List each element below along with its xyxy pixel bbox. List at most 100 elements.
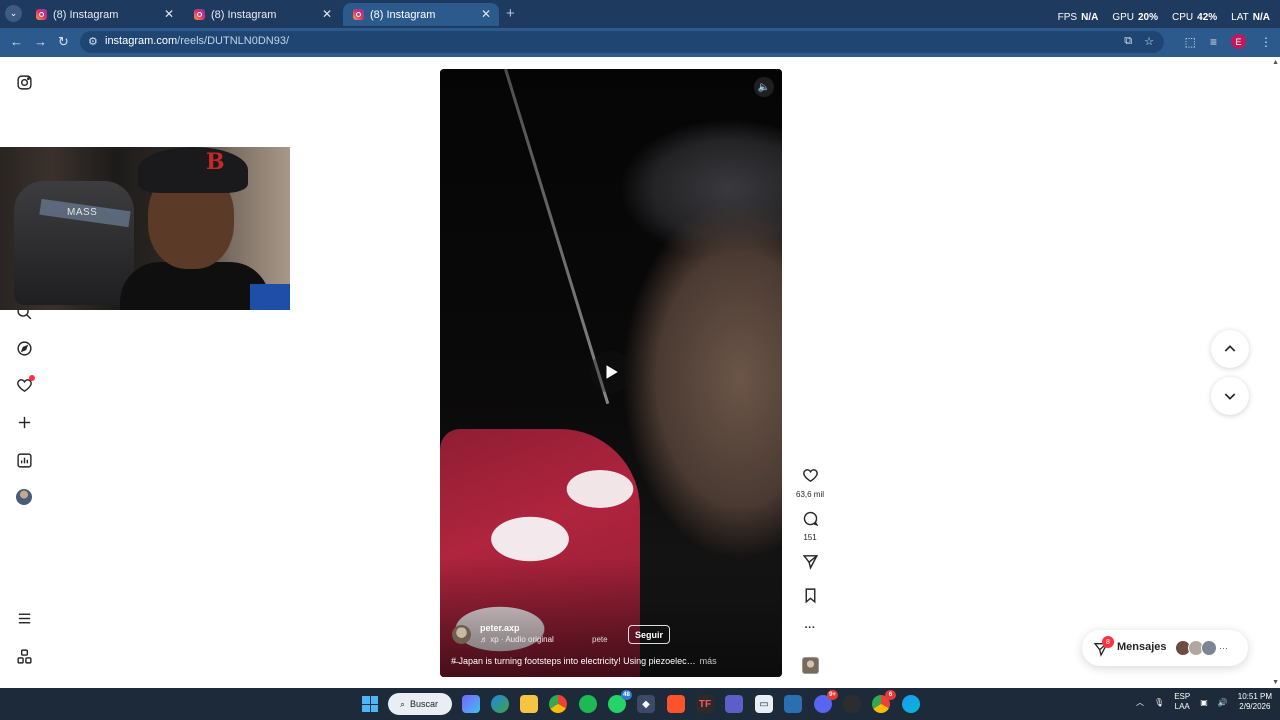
play-button[interactable] [590,351,632,393]
app-shark-icon[interactable] [784,695,802,713]
next-reel-button[interactable] [1211,377,1249,415]
comment-action[interactable]: 151 [796,510,824,542]
tab-title: (8) Instagram [211,8,277,21]
copilot-icon[interactable] [462,695,480,713]
audio-thumbnail-image [801,657,819,674]
app-circle-icon[interactable] [902,695,920,713]
more-options-icon[interactable]: ··· [796,622,824,634]
obs-icon[interactable] [843,695,861,713]
forward-arrow-icon[interactable]: → [34,34,47,49]
dashboard-chart-icon[interactable] [15,451,33,469]
window-app-icon[interactable]: ▭ [755,695,773,713]
cap-logo: B [206,149,225,175]
save-bookmark-icon[interactable] [802,587,819,604]
app-tf-icon[interactable]: TF [696,695,714,713]
original-audio-thumbnail[interactable] [796,657,824,674]
more-menu-hamburger-icon[interactable] [15,609,33,627]
chrome-profile-icon[interactable]: 6 [872,690,896,713]
spotify-icon[interactable] [579,695,597,713]
install-app-icon[interactable]: ⧉ [1124,35,1132,48]
previous-reel-button[interactable] [1211,330,1249,368]
taskbar-search[interactable]: ⌕ Buscar [388,693,452,715]
chrome-badge: 6 [885,690,896,700]
profile-avatar[interactable]: E [1231,34,1246,49]
follow-button[interactable]: Seguir [628,625,671,644]
comment-bubble-icon[interactable] [802,510,819,527]
browser-tab-2[interactable]: (8) Instagram ✕ [184,3,340,26]
reel-caption: #̶ Japan is turning footsteps into elect… [451,656,717,666]
network-icon[interactable]: ▣ [1200,698,1208,707]
author-avatar[interactable] [452,625,471,644]
teams-icon[interactable] [725,695,743,713]
fps-readout: FPS N/A [1057,12,1099,23]
menu-kebab-icon[interactable]: ⋮ [1260,35,1272,49]
messages-label: Mensajes [1117,641,1167,653]
gaming-chair [14,181,134,305]
caption-more-link[interactable]: más [700,656,717,666]
messages-button[interactable]: 8 Mensajes ··· [1082,630,1248,666]
play-icon [606,365,618,379]
windows-start-icon[interactable] [362,696,378,712]
tagged-user[interactable]: pete [592,635,608,644]
input-language[interactable]: ESP LAA [1174,692,1190,712]
audio-toggle-button[interactable]: 🔈 [754,77,774,97]
tab-close-icon[interactable]: ✕ [164,7,174,21]
tab-search-chevron-icon[interactable]: ⌄ [5,5,22,22]
share-paper-plane-icon[interactable] [802,553,819,570]
extensions-icon[interactable]: ⬚ [1185,35,1196,49]
file-explorer-folder-icon[interactable] [520,695,538,713]
reload-icon[interactable]: ↻ [58,34,69,50]
audio-track-link[interactable]: ♬ xp · Audio original [480,635,554,644]
profile-nav-item[interactable] [15,488,33,506]
page-scrollbar[interactable]: ▲ ▼ [1270,57,1280,688]
save-action[interactable] [796,587,824,609]
show-hidden-icons-chevron-icon[interactable]: ︿ [1136,697,1144,708]
discord-badge: 9+ [827,690,838,700]
instagram-favicon-icon [36,9,47,20]
profile-avatar [16,489,32,505]
scroll-down-arrow-icon[interactable]: ▼ [1272,679,1279,686]
share-action[interactable] [796,553,824,575]
webcam-overlay: MASS B [0,147,290,310]
system-tray: ︿ 🎙 ESP LAA ▣ 🔊 10:51 PM 2/9/2026 [1136,692,1272,712]
like-heart-icon[interactable] [802,467,819,484]
scroll-up-arrow-icon[interactable]: ▲ [1272,59,1279,66]
taskbar-search-label: Buscar [410,699,439,709]
notifications-heart-icon[interactable] [15,375,35,394]
browser-tab-3-active[interactable]: (8) Instagram ✕ [343,3,499,26]
bookmark-star-icon[interactable]: ☆ [1144,35,1154,48]
instagram-logo-icon[interactable] [15,73,33,91]
browser-toolbar: ← → ↻ ⚙ instagram.com/reels/DUTNLN0DN93/… [0,28,1280,57]
reel-video[interactable]: 🔈 peter.axp ♬ xp · Audio original pete S… [440,69,782,677]
like-action[interactable]: 63,6 mil [796,467,824,499]
gpu-readout: GPU 20% [1112,12,1159,23]
discord-icon[interactable]: 9+ [814,690,838,713]
chrome-browser-icon[interactable] [549,695,567,713]
volume-icon[interactable]: 🔊 [1218,698,1228,707]
taskbar-clock[interactable]: 10:51 PM 2/9/2026 [1238,692,1272,712]
browser-tab-1[interactable]: (8) Instagram ✕ [26,3,182,26]
whatsapp-icon[interactable]: 48 [608,690,632,713]
app-diamond-icon[interactable]: ◆ [637,695,655,713]
microphone-icon[interactable]: 🎙 [1154,698,1164,707]
tab-close-icon[interactable]: ✕ [322,7,332,21]
edge-browser-icon[interactable] [491,695,509,713]
explore-compass-icon[interactable] [15,339,33,357]
reading-list-icon[interactable]: ≡ [1210,35,1217,49]
author-username[interactable]: peter.axp [480,623,520,633]
address-bar[interactable]: ⚙ instagram.com/reels/DUTNLN0DN93/ ⧉ ☆ [80,31,1164,53]
like-count: 63,6 mil [796,490,825,499]
tab-close-icon[interactable]: ✕ [481,7,491,21]
url-text[interactable]: instagram.com/reels/DUTNLN0DN93/ [105,35,289,47]
new-tab-button[interactable]: + [506,5,515,22]
speaker-icon: 🔈 [757,81,771,93]
site-info-icon[interactable]: ⚙ [88,35,98,48]
browser-tab-bar: ⌄ (8) Instagram ✕ (8) Instagram ✕ (8) In… [0,0,1280,28]
brave-browser-icon[interactable] [667,695,685,713]
tab-title: (8) Instagram [53,8,119,21]
back-arrow-icon[interactable]: ← [10,34,23,49]
avatar [1201,640,1217,656]
cpu-readout: CPU 42% [1172,12,1218,23]
create-plus-icon[interactable] [15,413,33,431]
also-from-meta-icon[interactable] [15,647,33,665]
